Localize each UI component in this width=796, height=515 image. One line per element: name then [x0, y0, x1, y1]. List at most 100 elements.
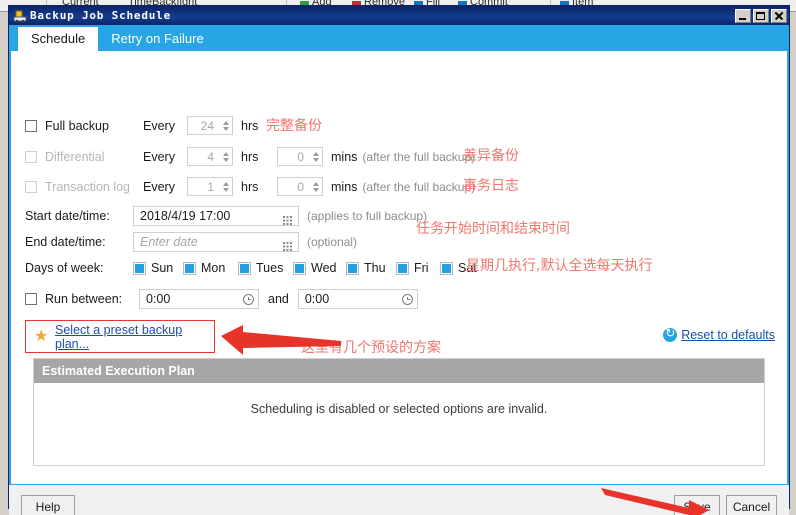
- backup-job-schedule-window: Backup Job Schedule Schedule Retry on Fa…: [8, 5, 790, 515]
- full-backup-hours-value: 24: [200, 118, 214, 133]
- clock-icon[interactable]: [243, 293, 254, 305]
- full-backup-every-label: Every: [143, 118, 175, 133]
- differential-label: Differential: [45, 149, 105, 164]
- end-datetime-note: (optional): [307, 235, 358, 249]
- day-fri-label: Fri: [414, 261, 429, 275]
- end-datetime-label: End date/time:: [25, 235, 106, 249]
- differential-after-note: (after the full backup): [362, 149, 476, 164]
- tab-schedule[interactable]: Schedule: [18, 27, 99, 51]
- full-backup-hours-stepper[interactable]: 24: [187, 116, 233, 135]
- stepper-arrows[interactable]: [309, 178, 322, 195]
- transaction-log-after-note: (after the full backup): [362, 179, 476, 194]
- day-wed-checkbox[interactable]: [293, 261, 306, 275]
- run-between-and-label: and: [268, 292, 289, 306]
- days-of-week-label: Days of week:: [25, 261, 104, 275]
- estimated-execution-plan-panel: Estimated Execution Plan Scheduling is d…: [33, 358, 765, 466]
- maximize-button[interactable]: [753, 8, 769, 23]
- transaction-log-every-label: Every: [143, 179, 175, 194]
- backup-truck-icon: [13, 9, 27, 23]
- day-thu[interactable]: Thu: [346, 261, 396, 275]
- day-wed-label: Wed: [311, 261, 337, 275]
- annotation-days-of-week: 星期几执行,默认全选每天执行: [466, 258, 653, 274]
- full-backup-checkbox[interactable]: [25, 119, 37, 132]
- run-between-to-input[interactable]: 0:00: [297, 289, 418, 309]
- differential-checkbox[interactable]: [25, 150, 37, 163]
- help-button[interactable]: Help: [21, 495, 75, 515]
- row-start-datetime: Start date/time: 2018/4/19 17:00 (applie…: [25, 206, 427, 226]
- reset-to-defaults[interactable]: Reset to defaults: [663, 326, 775, 342]
- start-datetime-value: 2018/4/19 17:00: [140, 209, 231, 223]
- title-bar[interactable]: Backup Job Schedule: [9, 6, 789, 25]
- tab-bar: Schedule Retry on Failure: [9, 25, 789, 51]
- window-title: Backup Job Schedule: [30, 9, 172, 22]
- arrow-to-save-button: [601, 488, 709, 515]
- full-backup-hrs-unit: hrs: [241, 118, 259, 133]
- estimated-execution-plan-message: Scheduling is disabled or selected optio…: [250, 402, 548, 416]
- day-tues-label: Tues: [256, 261, 284, 275]
- day-wed[interactable]: Wed: [293, 261, 346, 275]
- transaction-log-minutes-value: 0: [297, 179, 304, 194]
- screen: Current TimeBackfight Add Remove Fill Co…: [0, 0, 796, 515]
- dialog-footer: Help Save Cancel: [9, 484, 789, 515]
- full-backup-label: Full backup: [45, 118, 109, 133]
- clock-icon[interactable]: [401, 293, 413, 305]
- start-datetime-input[interactable]: 2018/4/19 17:00: [133, 206, 299, 226]
- row-end-datetime: End date/time: Enter date (optional): [25, 232, 357, 252]
- transaction-log-hrs-unit: hrs: [241, 179, 259, 194]
- day-tues-checkbox[interactable]: [238, 261, 251, 275]
- annotation-start-end-time: 任务开始时间和结束时间: [416, 221, 570, 237]
- row-full-backup: Full backup Every 24 hrs: [25, 116, 258, 135]
- differential-minutes-stepper[interactable]: 0: [277, 147, 323, 166]
- cancel-button[interactable]: Cancel: [726, 495, 777, 515]
- transaction-log-hours-stepper[interactable]: 1: [187, 177, 233, 196]
- differential-minutes-value: 0: [297, 149, 304, 164]
- transaction-log-minutes-stepper[interactable]: 0: [277, 177, 323, 196]
- day-mon-checkbox[interactable]: [183, 261, 196, 275]
- differential-mins-unit: mins: [331, 149, 358, 164]
- star-icon: ★: [34, 328, 49, 345]
- day-sun-checkbox[interactable]: [133, 261, 146, 275]
- transaction-log-hours-value: 1: [207, 179, 214, 194]
- close-button[interactable]: [771, 8, 787, 23]
- run-between-to-value: 0:00: [304, 292, 330, 306]
- differential-every-label: Every: [143, 149, 175, 164]
- day-mon-label: Mon: [201, 261, 226, 275]
- differential-hours-value: 4: [207, 149, 214, 164]
- run-between-checkbox[interactable]: [25, 293, 37, 305]
- day-thu-label: Thu: [364, 261, 386, 275]
- day-fri[interactable]: Fri: [396, 261, 440, 275]
- arrow-to-preset-plan: [221, 325, 341, 355]
- run-between-from-value: 0:00: [146, 292, 171, 306]
- day-mon[interactable]: Mon: [183, 261, 238, 275]
- transaction-log-mins-unit: mins: [331, 179, 358, 194]
- annotation-differential: 差异备份: [463, 148, 519, 164]
- dialog-body: Full backup Every 24 hrs Differential Ev…: [9, 51, 789, 484]
- stepper-arrows[interactable]: [219, 178, 232, 195]
- row-run-between: Run between: 0:00 and 0:00: [25, 289, 418, 309]
- minimize-button[interactable]: [735, 8, 751, 23]
- tab-retry-on-failure[interactable]: Retry on Failure: [98, 27, 216, 51]
- window-controls: [735, 8, 787, 23]
- select-preset-backup-plan-box[interactable]: ★ Select a preset backup plan...: [25, 320, 215, 353]
- annotation-full-backup: 完整备份: [266, 118, 322, 134]
- day-sat-checkbox[interactable]: [440, 261, 453, 275]
- stepper-arrows[interactable]: [219, 148, 232, 165]
- differential-hrs-unit: hrs: [241, 149, 259, 164]
- stepper-arrows[interactable]: [219, 117, 232, 134]
- transaction-log-label: Transaction log: [45, 179, 130, 194]
- day-thu-checkbox[interactable]: [346, 261, 359, 275]
- day-sun[interactable]: Sun: [133, 261, 183, 275]
- row-transaction-log: Transaction log Every 1 hrs 0 mins (afte…: [25, 177, 475, 196]
- stepper-arrows[interactable]: [309, 148, 322, 165]
- end-datetime-input[interactable]: Enter date: [133, 232, 299, 252]
- calendar-icon[interactable]: [283, 212, 294, 225]
- select-preset-backup-plan-link[interactable]: Select a preset backup plan...: [55, 323, 214, 351]
- end-datetime-placeholder: Enter date: [140, 235, 198, 249]
- differential-hours-stepper[interactable]: 4: [187, 147, 233, 166]
- day-fri-checkbox[interactable]: [396, 261, 409, 275]
- run-between-from-input[interactable]: 0:00: [139, 289, 259, 309]
- calendar-icon[interactable]: [283, 238, 294, 251]
- transaction-log-checkbox[interactable]: [25, 180, 37, 193]
- day-tues[interactable]: Tues: [238, 261, 293, 275]
- reset-to-defaults-link[interactable]: Reset to defaults: [681, 328, 775, 342]
